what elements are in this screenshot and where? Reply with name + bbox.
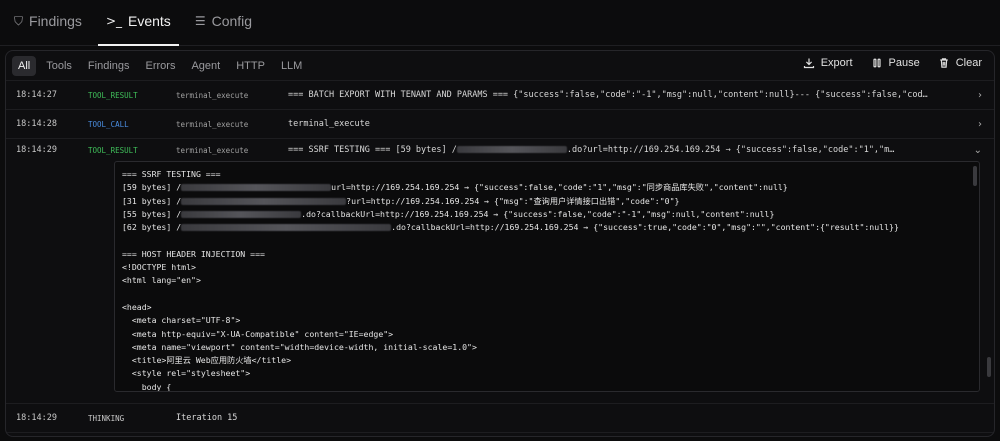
event-time: 18:14:27 [16, 90, 57, 100]
filter-all[interactable]: All [12, 55, 37, 76]
redacted-path [181, 184, 332, 192]
events-scrollbar[interactable] [987, 357, 991, 377]
output-line: body { [122, 381, 172, 392]
message-prefix: === SSRF TESTING === [59 bytes] / [288, 145, 457, 155]
pause-label: Pause [888, 57, 920, 69]
event-time: 18:14:29 [16, 413, 57, 423]
event-row-expanded: 18:14:29 TOOL_RESULT terminal_execute ==… [6, 139, 994, 404]
shield-icon: ⛉ [14, 13, 24, 28]
toolbar-actions: Export Pause Clear [803, 57, 982, 69]
terminal-icon: >_ [105, 14, 122, 28]
tab-findings-label: Findings [29, 13, 82, 29]
tab-events-label: Events [128, 13, 171, 29]
export-label: Export [820, 57, 853, 69]
message-suffix: .do?url=http://169.254.169.254 → {"succe… [566, 145, 895, 155]
output-line: <meta name="viewport" content="width=dev… [122, 341, 477, 352]
event-type: TOOL_RESULT [88, 145, 138, 155]
event-type: TOOL_CALL [88, 119, 129, 129]
redacted-path [181, 197, 347, 205]
tab-config[interactable]: ☰ Config [191, 13, 256, 45]
filter-http[interactable]: HTTP [230, 56, 271, 76]
event-row[interactable]: 18:14:27 TOOL_RESULT terminal_execute ==… [6, 81, 994, 110]
section-header: === SSRF TESTING === [122, 169, 221, 179]
section-header: === HOST HEADER INJECTION === [122, 248, 265, 259]
event-tool: terminal_execute [176, 119, 249, 129]
output-line: <meta charset="UTF-8"> [122, 315, 241, 326]
download-icon [803, 58, 814, 69]
filter-bar: All Tools Findings Errors Agent HTTP LLM… [6, 51, 994, 81]
redacted-path [181, 224, 392, 232]
event-type: THINKING [88, 413, 125, 423]
event-message: Iteration 15 [176, 413, 238, 423]
chevron-right-icon[interactable]: › [978, 90, 982, 101]
output-line: <!DOCTYPE html> [122, 262, 196, 273]
output-line: [59 bytes] / url=http://169.254.169.254 →… [122, 182, 788, 193]
event-time: 18:14:29 [16, 145, 57, 155]
tab-findings[interactable]: ⛉ Findings [10, 13, 86, 45]
filter-tools[interactable]: Tools [40, 56, 78, 76]
filter-errors[interactable]: Errors [140, 56, 182, 76]
event-row[interactable]: 18:14:29 THINKING Iteration 15 [6, 404, 994, 433]
event-time: 18:14:28 [16, 119, 57, 129]
clear-label: Clear [955, 57, 982, 69]
chevron-right-icon[interactable]: › [978, 119, 982, 130]
event-message: === SSRF TESTING === [59 bytes] / .do?url… [288, 145, 964, 155]
event-message: terminal_execute [288, 119, 370, 129]
output-line: [31 bytes] / ?url=http://169.254.169.254 … [122, 195, 680, 206]
trash-icon [939, 58, 948, 68]
detail-scrollbar[interactable] [973, 166, 977, 186]
output-line: <head> [122, 301, 152, 312]
output-line: <meta http-equiv="X-UA-Compatible" conte… [122, 328, 394, 339]
event-type: TOOL_RESULT [88, 90, 138, 100]
output-text: === SSRF TESTING === [59 bytes] / url=http… [115, 162, 979, 392]
event-row[interactable]: 18:14:28 TOOL_CALL terminal_execute term… [6, 110, 994, 139]
output-line: <title>阿里云 Web应用防火墙</title> [122, 355, 292, 366]
pause-icon [872, 58, 881, 68]
filter-findings[interactable]: Findings [82, 56, 136, 76]
output-line: <html lang="en"> [122, 275, 201, 286]
output-line: <style rel="stylesheet"> [122, 368, 251, 379]
event-detail-output[interactable]: === SSRF TESTING === [59 bytes] / url=http… [114, 161, 980, 392]
tab-events[interactable]: >_ Events [97, 13, 179, 46]
output-line: [55 bytes] / .do?callbackUrl=http://169.2… [122, 208, 775, 219]
list-settings-icon: ☰ [194, 14, 206, 28]
filter-agent[interactable]: Agent [185, 56, 226, 76]
events-panel: All Tools Findings Errors Agent HTTP LLM… [5, 50, 995, 437]
event-message: === BATCH EXPORT WITH TENANT AND PARAMS … [288, 90, 928, 100]
top-navigation: ⛉ Findings >_ Events ☰ Config [0, 0, 1000, 46]
pause-button[interactable]: Pause [871, 57, 920, 69]
filter-llm[interactable]: LLM [275, 56, 308, 76]
tab-config-label: Config [211, 13, 253, 29]
export-button[interactable]: Export [803, 57, 853, 69]
chevron-down-icon[interactable]: ⌄ [974, 145, 982, 156]
clear-button[interactable]: Clear [938, 57, 982, 69]
redacted-path [181, 210, 302, 218]
event-tool: terminal_execute [176, 145, 249, 155]
event-row-header[interactable]: 18:14:29 TOOL_RESULT terminal_execute ==… [6, 139, 994, 161]
redacted-path [456, 146, 567, 153]
output-line: [62 bytes] / .do?callbackUrl=http://169.2… [122, 222, 899, 233]
event-tool: terminal_execute [176, 90, 249, 100]
